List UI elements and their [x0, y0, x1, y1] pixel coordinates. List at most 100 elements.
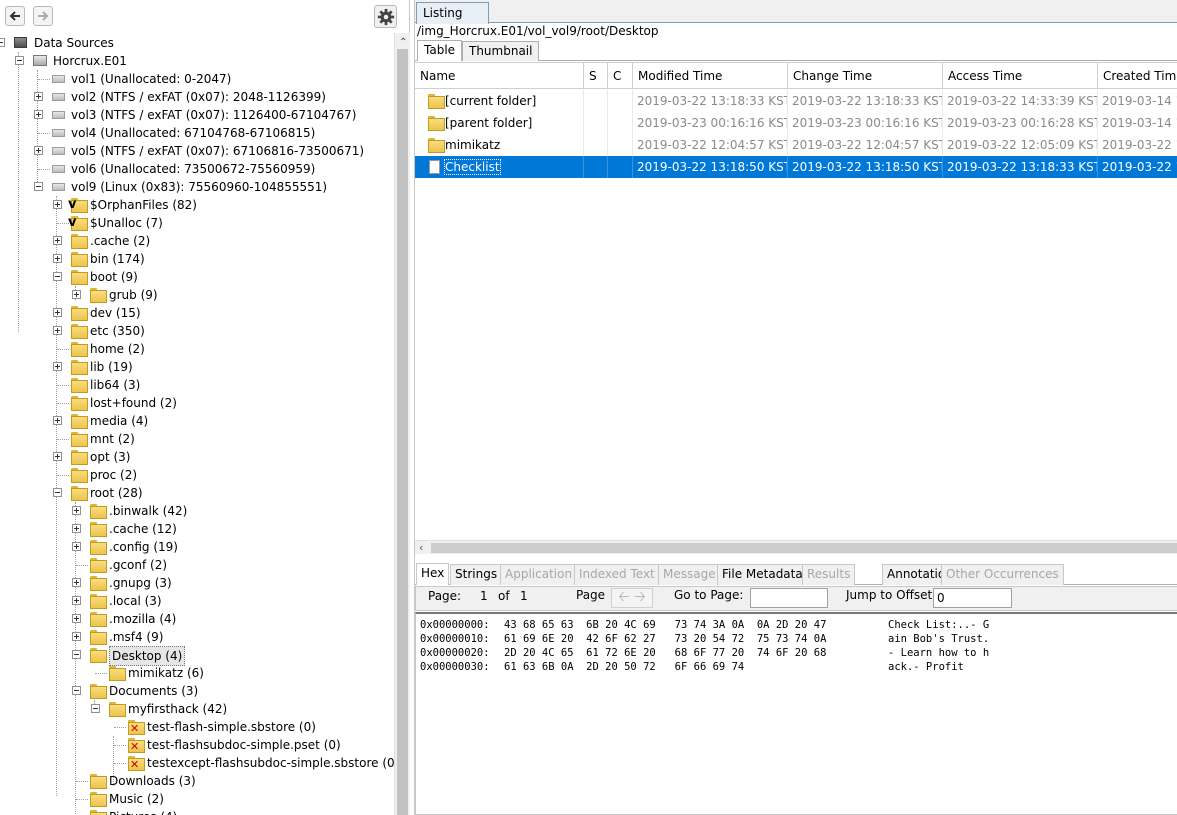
tree-node[interactable]: v $OrphanFiles (82)	[0, 196, 394, 214]
expand-icon[interactable]	[34, 92, 43, 101]
collapse-icon[interactable]	[53, 488, 62, 497]
collapse-icon[interactable]	[34, 182, 43, 191]
collapse-icon[interactable]	[53, 272, 62, 281]
col-modified-time[interactable]: Modified Time	[633, 63, 788, 89]
tab-strings[interactable]: Strings	[450, 564, 503, 585]
collapse-icon[interactable]	[72, 686, 81, 695]
tree-node[interactable]: vol5 (NTFS / exFAT (0x07): 67106816-7350…	[0, 142, 394, 160]
expand-icon[interactable]	[72, 290, 81, 299]
forward-button[interactable]	[33, 6, 53, 26]
tree-node[interactable]: etc (350)	[0, 322, 394, 340]
tree-node[interactable]: grub (9)	[0, 286, 394, 304]
tree-node[interactable]: ✕ testexcept-flashsubdoc-simple.sbstore (…	[0, 754, 394, 772]
tree-node[interactable]: home (2)	[0, 340, 394, 358]
expand-icon[interactable]	[53, 326, 62, 335]
expand-icon[interactable]	[53, 200, 62, 209]
next-page-icon[interactable]: 🡢	[634, 589, 645, 605]
tree-node[interactable]: media (4)	[0, 412, 394, 430]
tree-node[interactable]: bin (174)	[0, 250, 394, 268]
tree-node[interactable]: .binwalk (42)	[0, 502, 394, 520]
tree-node[interactable]: vol9 (Linux (0x83): 75560960-104855551)	[0, 178, 394, 196]
settings-button[interactable]	[374, 5, 397, 28]
expand-icon[interactable]	[53, 452, 62, 461]
tree-node[interactable]: Desktop (4)	[0, 646, 394, 666]
col-access-time[interactable]: Access Time	[943, 63, 1098, 89]
table-row[interactable]: [current folder] 2019-03-22 13:18:33 KST 2…	[415, 90, 1177, 112]
tree-node[interactable]: Data Sources	[0, 34, 394, 52]
tree-node[interactable]: proc (2)	[0, 466, 394, 484]
tab-thumbnail[interactable]: Thumbnail	[462, 41, 540, 61]
tree-node[interactable]: .cache (12)	[0, 520, 394, 538]
col-s[interactable]: S	[584, 63, 608, 89]
tree-node[interactable]: vol6 (Unallocated: 73500672-75560959)	[0, 160, 394, 178]
tree-node[interactable]: .cache (2)	[0, 232, 394, 250]
tree-node[interactable]: vol3 (NTFS / exFAT (0x07): 1126400-67104…	[0, 106, 394, 124]
tree-node[interactable]: Horcrux.E01	[0, 52, 394, 70]
tree-node[interactable]: vol1 (Unallocated: 0-2047)	[0, 70, 394, 88]
tree-node[interactable]: dev (15)	[0, 304, 394, 322]
tree-node[interactable]: .config (19)	[0, 538, 394, 556]
tree-node[interactable]: myfirsthack (42)	[0, 700, 394, 718]
expand-icon[interactable]	[72, 578, 81, 587]
prev-page-icon[interactable]: 🡠	[618, 589, 629, 605]
page-nav-arrows[interactable]: 🡠 🡢	[611, 588, 653, 608]
scroll-left-icon[interactable]: ‹	[419, 541, 423, 554]
expand-icon[interactable]	[34, 110, 43, 119]
tree-node[interactable]: v $Unalloc (7)	[0, 214, 394, 232]
expand-icon[interactable]	[72, 542, 81, 551]
col-name[interactable]: Name	[415, 63, 584, 89]
tree-node[interactable]: .local (3)	[0, 592, 394, 610]
expand-icon[interactable]	[72, 632, 81, 641]
tab-file-metadata[interactable]: File Metadata	[717, 564, 808, 585]
tree-node[interactable]: Pictures (4)	[0, 808, 394, 815]
tree-node[interactable]: ✕ test-flashsubdoc-simple.pset (0)	[0, 736, 394, 754]
tree-node[interactable]: lib64 (3)	[0, 376, 394, 394]
col-created-time[interactable]: Created Time	[1098, 63, 1177, 89]
table-horizontal-scrollbar[interactable]: ‹	[415, 540, 1177, 554]
hex-view[interactable]: 0x00000000: 43 68 65 63 6B 20 4C 69 73 74…	[415, 612, 1177, 815]
tree-node[interactable]: boot (9)	[0, 268, 394, 286]
tree-node[interactable]: .gconf (2)	[0, 556, 394, 574]
tree-node[interactable]: Music (2)	[0, 790, 394, 808]
tree-node[interactable]: .msf4 (9)	[0, 628, 394, 646]
expand-icon[interactable]	[72, 524, 81, 533]
expand-icon[interactable]	[53, 254, 62, 263]
table-row[interactable]: Checklist 2019-03-22 13:18:50 KST 2019-03-…	[415, 156, 1177, 178]
collapse-icon[interactable]	[0, 38, 5, 47]
table-row[interactable]: [parent folder] 2019-03-23 00:16:16 KST 20…	[415, 112, 1177, 134]
tree-node[interactable]: root (28)	[0, 484, 394, 502]
tree-node[interactable]: lost+found (2)	[0, 394, 394, 412]
tree-node[interactable]: .mozilla (4)	[0, 610, 394, 628]
tab-listing[interactable]: Listing	[416, 2, 489, 24]
col-c[interactable]: C	[608, 63, 633, 89]
tree-node[interactable]: vol4 (Unallocated: 67104768-67106815)	[0, 124, 394, 142]
expand-icon[interactable]	[53, 362, 62, 371]
expand-icon[interactable]	[72, 614, 81, 623]
tree-node[interactable]: mnt (2)	[0, 430, 394, 448]
tree-view[interactable]: Data Sources Horcrux.E01 vol1 (Unallocated…	[0, 33, 394, 815]
tree-node[interactable]: opt (3)	[0, 448, 394, 466]
scroll-up-icon[interactable]: ⌃	[399, 37, 407, 48]
tree-node[interactable]: .gnupg (3)	[0, 574, 394, 592]
collapse-icon[interactable]	[91, 704, 100, 713]
expand-icon[interactable]	[53, 416, 62, 425]
jump-offset-input[interactable]: 0	[933, 588, 1012, 608]
goto-page-input[interactable]	[750, 588, 828, 608]
tree-node[interactable]: ✕ test-flash-simple.sbstore (0)	[0, 718, 394, 736]
tree-node[interactable]: lib (19)	[0, 358, 394, 376]
tab-table[interactable]: Table	[417, 40, 463, 61]
table-row[interactable]: mimikatz 2019-03-22 12:04:57 KST 2019-03-2…	[415, 134, 1177, 156]
scroll-thumb[interactable]	[431, 543, 1177, 553]
col-change-time[interactable]: Change Time	[788, 63, 943, 89]
expand-icon[interactable]	[34, 146, 43, 155]
tab-hex[interactable]: Hex	[416, 563, 450, 585]
expand-icon[interactable]	[72, 506, 81, 515]
tree-node[interactable]: mimikatz (6)	[0, 664, 394, 682]
collapse-icon[interactable]	[72, 650, 81, 659]
tree-node[interactable]: Downloads (3)	[0, 772, 394, 790]
tree-vertical-scrollbar[interactable]: ⌃	[394, 33, 410, 815]
expand-icon[interactable]	[53, 308, 62, 317]
expand-icon[interactable]	[72, 596, 81, 605]
expand-icon[interactable]	[53, 236, 62, 245]
scroll-thumb[interactable]	[397, 49, 408, 815]
